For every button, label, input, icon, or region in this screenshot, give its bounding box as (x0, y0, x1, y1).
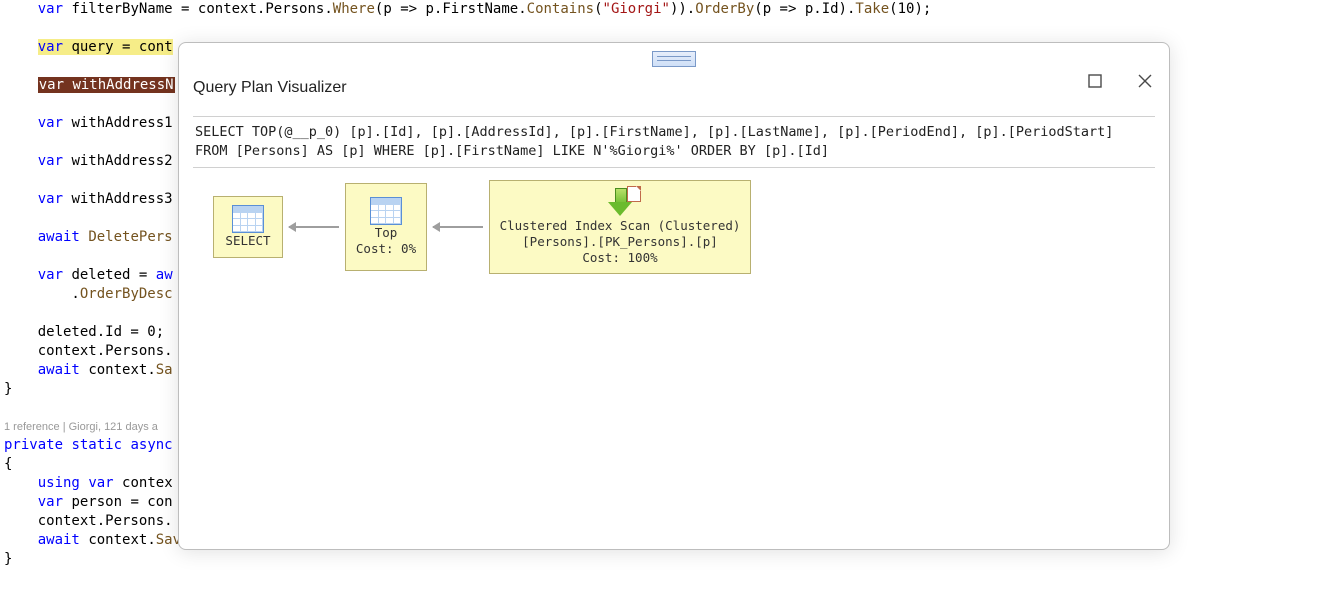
window-title: Query Plan Visualizer (193, 79, 347, 97)
square-icon (1088, 74, 1102, 88)
table-icon (232, 205, 264, 233)
table-icon (370, 197, 402, 225)
code-line: var filterByName = context.Persons.Where… (0, 0, 1337, 19)
query-plan-visualizer-window: Query Plan Visualizer SELECT TOP(@__p_0)… (178, 42, 1170, 550)
plan-node-object: [Persons].[PK_Persons].[p] (522, 234, 718, 250)
plan-node-label: Clustered Index Scan (Clustered) (500, 218, 741, 234)
scan-arrow-icon (605, 188, 635, 216)
plan-node-label: Top (375, 225, 398, 241)
plan-node-cost: Cost: 0% (356, 241, 416, 257)
execution-plan[interactable]: SELECT Top Cost: 0% Clustered Index Scan… (193, 168, 1155, 274)
plan-arrow (289, 226, 339, 228)
plan-node-top[interactable]: Top Cost: 0% (345, 183, 427, 271)
maximize-button[interactable] (1085, 71, 1105, 91)
plan-arrow (433, 226, 483, 228)
code-line: } (0, 550, 1337, 569)
sql-text: SELECT TOP(@__p_0) [p].[Id], [p].[Addres… (193, 117, 1155, 168)
drag-handle[interactable] (652, 51, 696, 67)
close-icon (1138, 74, 1152, 88)
plan-node-cost: Cost: 100% (582, 250, 657, 266)
plan-node-index-scan[interactable]: Clustered Index Scan (Clustered) [Person… (489, 180, 751, 274)
plan-node-label: SELECT (225, 233, 270, 249)
plan-node-select[interactable]: SELECT (213, 196, 283, 258)
close-button[interactable] (1135, 71, 1155, 91)
